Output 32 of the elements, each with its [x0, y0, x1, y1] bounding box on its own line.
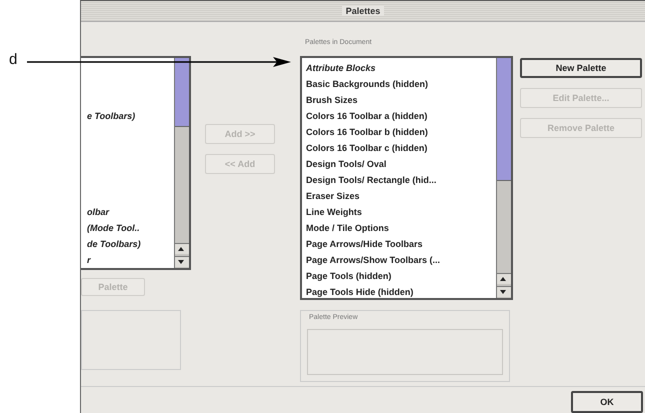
scroll-down-icon[interactable]	[175, 256, 189, 267]
palette-list[interactable]	[300, 56, 513, 300]
palette-list[interactable]: e Toolbars) olbar (Mode Tool.. de Toolbars) r	[81, 56, 191, 270]
scroll-up-icon[interactable]	[175, 243, 189, 254]
list-item[interactable]: Design Tools/ Rectangle (hid...	[306, 172, 496, 188]
list-item[interactable]: Page Arrows/Show Toolbars (...	[306, 252, 496, 268]
scroll-bar[interactable]	[496, 58, 511, 298]
list-item[interactable]: de Toolbars)	[85, 236, 174, 252]
list-item[interactable]: (Mode Tool..	[85, 220, 174, 236]
list-item[interactable]: Attribute Blocks	[306, 60, 496, 76]
list-item[interactable]: Mode / Tile Options	[306, 220, 496, 236]
scroll-up-icon[interactable]	[497, 273, 511, 284]
list-item[interactable]: olbar	[85, 204, 174, 220]
list-item[interactable]: Line Weights	[306, 204, 496, 220]
list-item[interactable]: Page Arrows/Hide Toolbars	[306, 236, 496, 252]
list-item[interactable]: Design Tools/ Oval	[306, 156, 496, 172]
list-item[interactable]: Colors 16 Toolbar c (hidden)	[306, 140, 496, 156]
list-item[interactable]: Page Tools (hidden)	[306, 268, 496, 284]
ok-button[interactable]: OK	[571, 391, 643, 413]
list-item[interactable]: Colors 16 Toolbar a (hidden)	[306, 108, 496, 124]
list-item[interactable]: Basic Backgrounds (hidden)	[306, 76, 496, 92]
list-item[interactable]: Colors 16 Toolbar b (hidden)	[306, 124, 496, 140]
window-title: Palettes	[342, 6, 384, 16]
scroll-bar[interactable]	[174, 58, 189, 268]
annotation-label: d	[9, 51, 18, 68]
palette-action-button[interactable]: New Palette	[520, 58, 642, 78]
scroll-down-icon[interactable]	[497, 286, 511, 297]
list-item[interactable]: r	[85, 252, 174, 268]
list-item[interactable]: e Toolbars)	[85, 108, 174, 124]
list-item[interactable]: Page Tools Hide (hidden)	[306, 284, 496, 298]
list-item[interactable]: Eraser Sizes	[306, 188, 496, 204]
list-item[interactable]: Brush Sizes	[306, 92, 496, 108]
